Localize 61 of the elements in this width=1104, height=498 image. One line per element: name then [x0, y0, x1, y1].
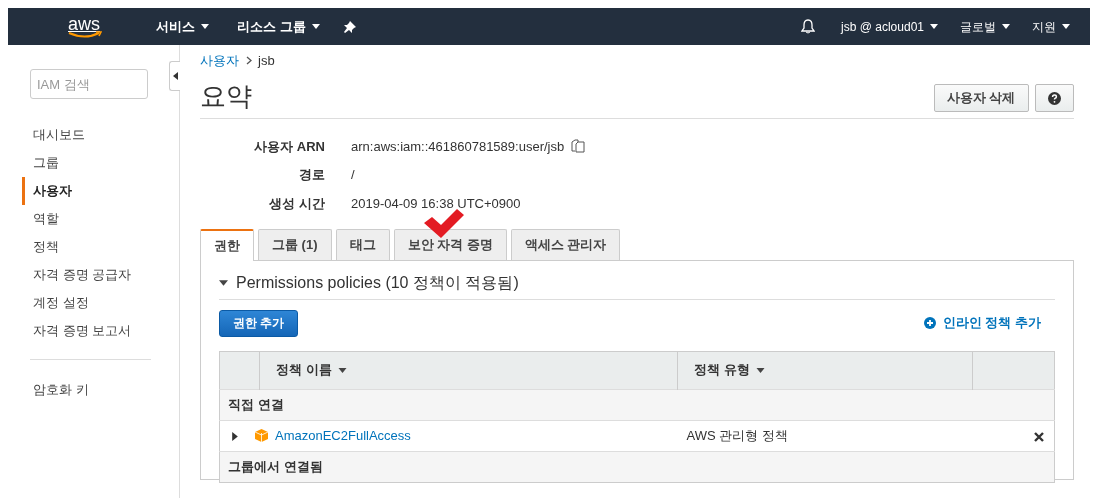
- pin-icon[interactable]: [343, 20, 356, 33]
- detail-value: arn:aws:iam::461860781589:user/jsb: [351, 137, 565, 156]
- checkmark-icon: [424, 207, 464, 240]
- sidebar-item[interactable]: 역할: [22, 205, 179, 233]
- menu-dropdown[interactable]: 서비스: [156, 16, 209, 37]
- caret-icon: [930, 24, 938, 29]
- tab[interactable]: 권한: [200, 229, 254, 261]
- tab[interactable]: 보안 자격 증명: [393, 229, 507, 260]
- caret-icon: [201, 24, 209, 29]
- sidebar-item[interactable]: 계정 설정: [22, 289, 179, 317]
- tab[interactable]: 그룹 (1): [258, 229, 332, 260]
- add-inline-policy-link[interactable]: 인라인 정책 추가: [924, 313, 1041, 333]
- sort-icon: [338, 367, 348, 373]
- detail-label: 생성 시간: [268, 194, 325, 213]
- caret-icon: [172, 72, 178, 80]
- detail-label: 경로: [298, 166, 325, 185]
- sidebar-item[interactable]: 자격 증명 보고서: [22, 317, 179, 345]
- group-label: 그룹에서 연결됨: [228, 458, 323, 474]
- region-menu[interactable]: 글로벌: [960, 17, 1010, 36]
- help-icon: [1048, 92, 1061, 105]
- section-heading: Permissions policies (10 정책이 적용됨): [236, 272, 519, 293]
- tab[interactable]: 태그: [335, 229, 390, 260]
- detail-value: 2019-04-09 16:38 UTC+0900: [351, 194, 521, 213]
- logo[interactable]: aws: [68, 14, 100, 39]
- tab[interactable]: 액세스 관리자: [510, 229, 621, 260]
- add-permissions-button[interactable]: 권한 추가: [219, 309, 299, 337]
- column-header[interactable]: 정책 유형: [694, 360, 766, 380]
- policy-link[interactable]: AmazonEC2FullAccess: [275, 425, 411, 446]
- search-field[interactable]: IAM 검색: [30, 69, 148, 99]
- help-button[interactable]: [1035, 83, 1074, 112]
- delete-button[interactable]: 사용자 삭제: [933, 83, 1029, 112]
- account-menu[interactable]: jsb @ acloud01: [841, 17, 938, 36]
- copy-icon[interactable]: [570, 139, 585, 154]
- group-label: 직접 연결: [228, 396, 284, 412]
- caret-icon: [1062, 24, 1070, 29]
- sort-icon: [756, 367, 766, 373]
- breadcrumb-link[interactable]: 사용자: [200, 51, 239, 71]
- sidebar-item[interactable]: 자격 증명 공급자: [22, 261, 179, 289]
- chevron-icon: [245, 56, 252, 66]
- breadcrumb-current: jsb: [258, 52, 275, 70]
- detail-label: 사용자 ARN: [253, 137, 325, 156]
- sidebar-item[interactable]: 그룹: [22, 149, 179, 177]
- expand-caret-icon[interactable]: [232, 432, 238, 441]
- bell-icon[interactable]: [801, 19, 816, 34]
- remove-icon[interactable]: [1034, 431, 1044, 442]
- caret-icon: [1002, 24, 1010, 29]
- menu-dropdown[interactable]: 리소스 그룹: [237, 16, 320, 37]
- expand-caret-icon[interactable]: [219, 279, 228, 286]
- sidebar-item[interactable]: 암호화 키: [22, 376, 179, 404]
- policy-type: AWS 관리형 정책: [686, 427, 788, 443]
- collapse-button[interactable]: [169, 61, 180, 91]
- sidebar-item[interactable]: 정책: [22, 233, 179, 261]
- sidebar-item[interactable]: 대시보드: [22, 121, 179, 149]
- support-menu[interactable]: 지원: [1032, 17, 1070, 36]
- page-title: 요약: [200, 80, 252, 112]
- column-header[interactable]: 정책 이름: [276, 360, 348, 380]
- detail-value: /: [351, 166, 355, 185]
- sidebar-item[interactable]: 사용자: [22, 177, 179, 205]
- package-icon: [253, 428, 269, 444]
- plus-icon: [924, 317, 937, 330]
- caret-icon: [311, 24, 320, 29]
